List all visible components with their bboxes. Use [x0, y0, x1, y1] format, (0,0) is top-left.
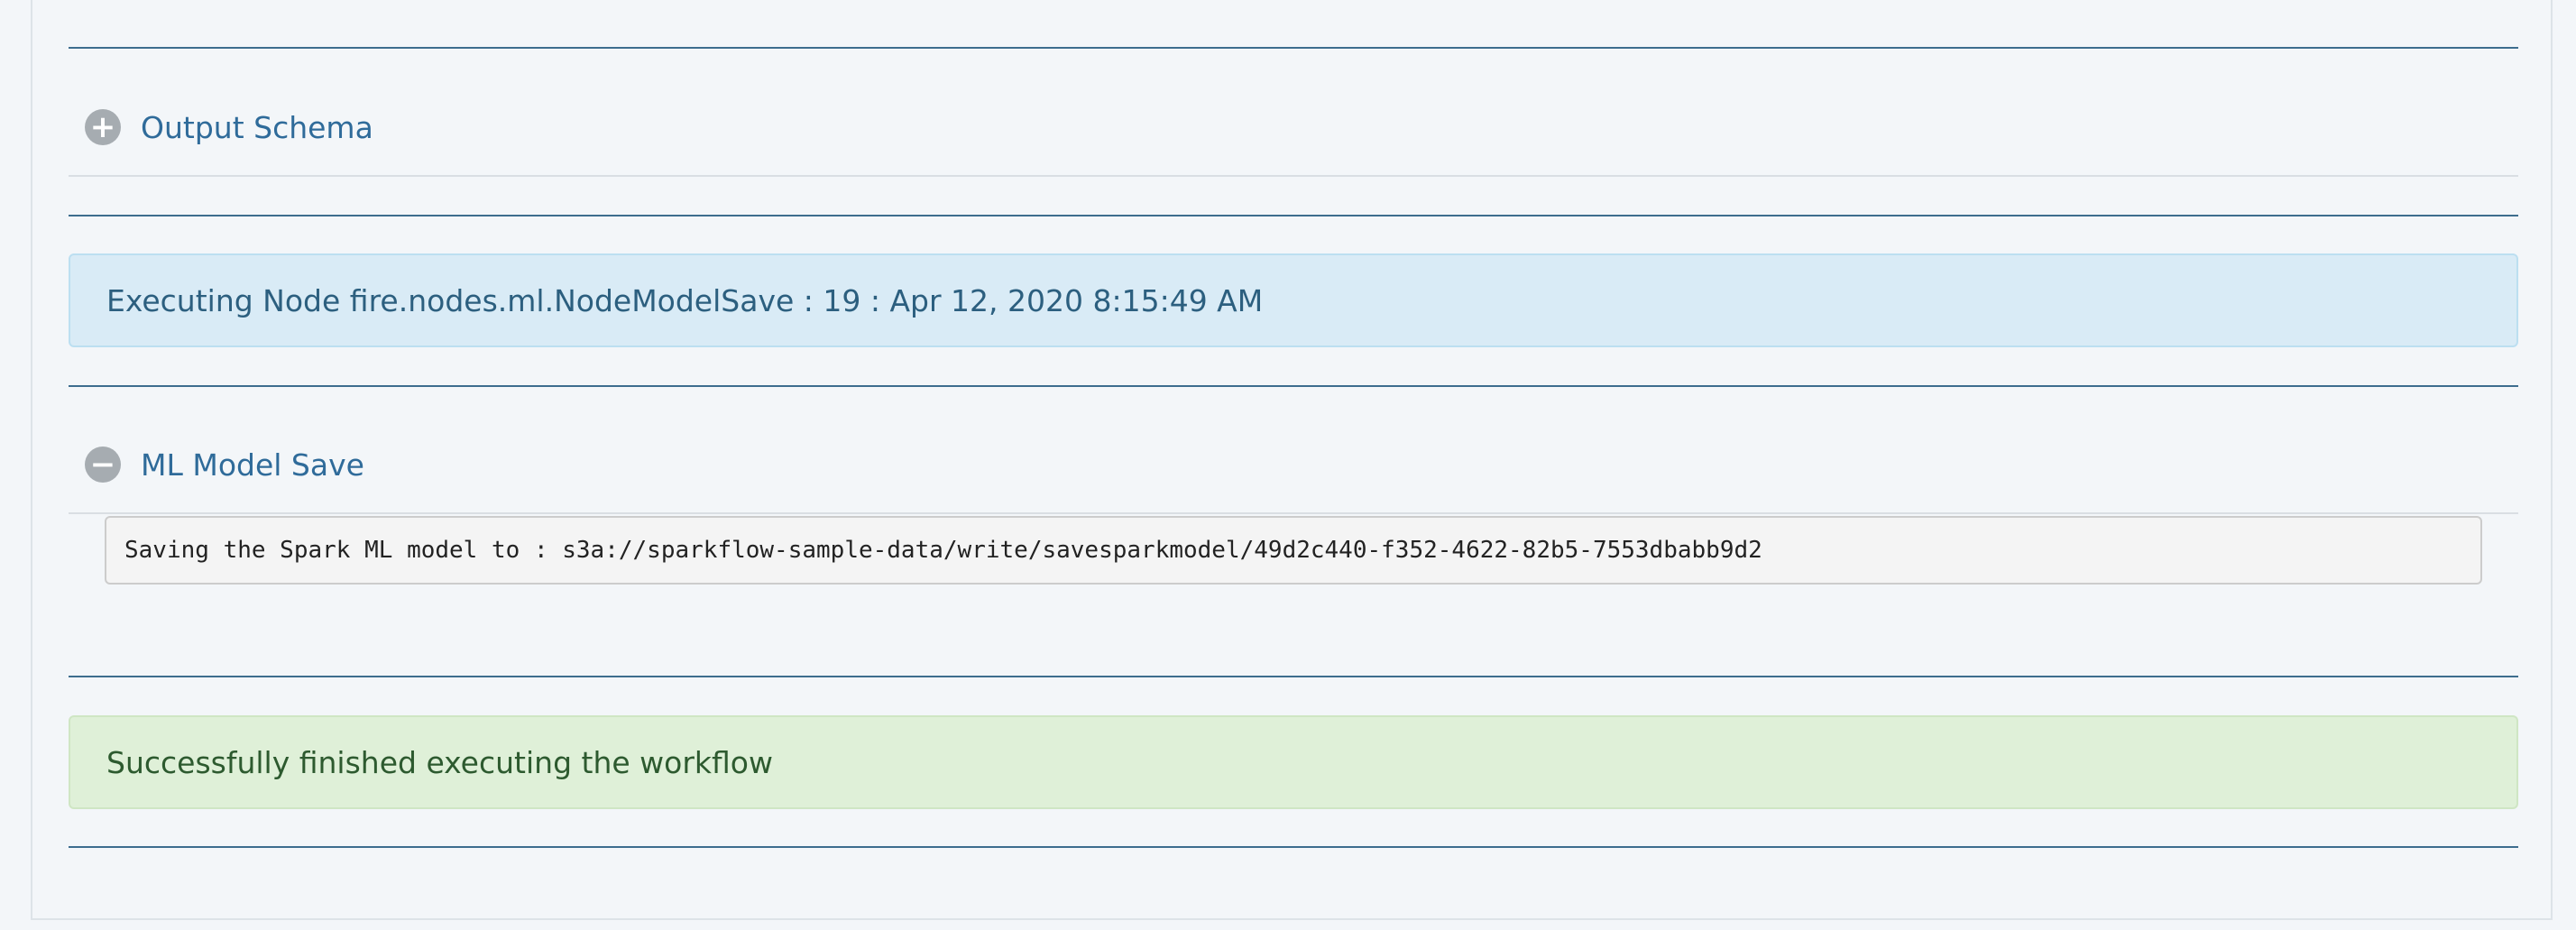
- divider: [69, 846, 2518, 848]
- success-message: Successfully finished executing the work…: [106, 744, 773, 780]
- divider: [69, 385, 2518, 387]
- divider: [69, 47, 2518, 49]
- section-divider: [69, 175, 2518, 177]
- divider: [69, 215, 2518, 216]
- executing-node-message: Executing Node fire.nodes.ml.NodeModelSa…: [106, 282, 1264, 318]
- ml-model-save-header[interactable]: − ML Model Save: [85, 444, 364, 485]
- output-schema-header[interactable]: + Output Schema: [85, 106, 373, 148]
- ml-model-save-title[interactable]: ML Model Save: [141, 447, 364, 483]
- model-save-output: Saving the Spark ML model to : s3a://spa…: [105, 516, 2482, 585]
- section-divider: [69, 512, 2518, 514]
- output-schema-title[interactable]: Output Schema: [141, 110, 373, 145]
- minus-circle-icon[interactable]: −: [85, 447, 121, 483]
- plus-circle-icon[interactable]: +: [85, 109, 121, 145]
- executing-node-alert: Executing Node fire.nodes.ml.NodeModelSa…: [69, 253, 2518, 347]
- success-alert: Successfully finished executing the work…: [69, 715, 2518, 809]
- divider: [69, 676, 2518, 677]
